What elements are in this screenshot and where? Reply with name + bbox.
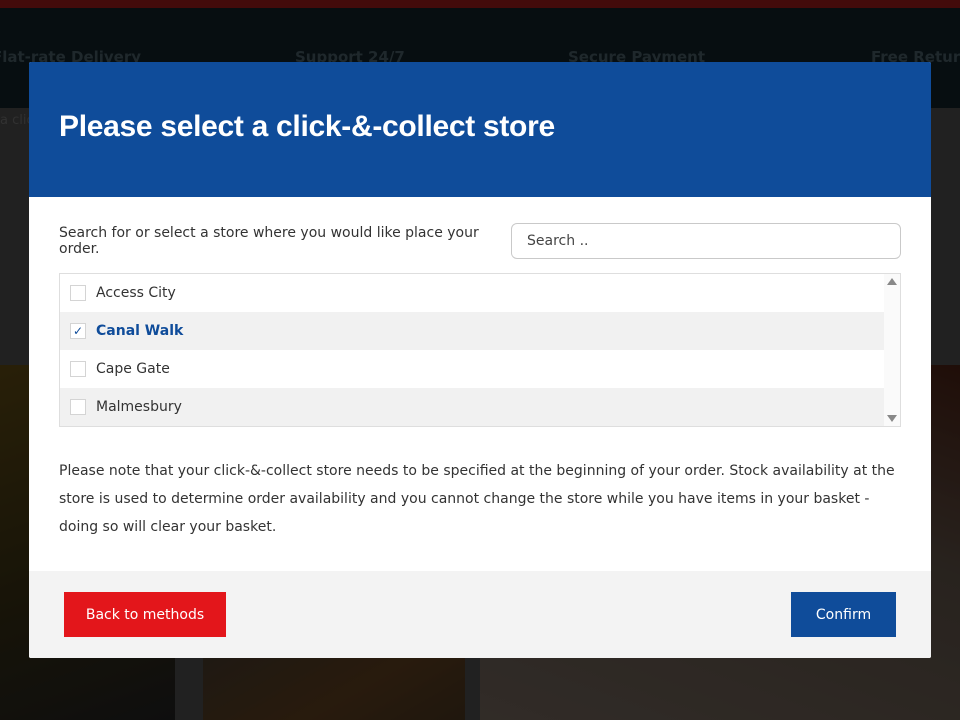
- store-name: Canal Walk: [96, 323, 184, 339]
- modal-footer: Back to methods Confirm: [29, 571, 931, 658]
- store-item-malmesbury[interactable]: Malmesbury: [60, 388, 885, 426]
- modal-title: Please select a click-&-collect store: [59, 110, 555, 143]
- store-item-canal-walk[interactable]: ✓ Canal Walk: [60, 312, 885, 350]
- store-list-scrollbar[interactable]: [884, 274, 900, 426]
- store-change-note: Please note that your click-&-collect st…: [59, 463, 895, 535]
- scroll-down-arrow-icon[interactable]: [887, 415, 897, 422]
- store-checkbox[interactable]: [70, 361, 86, 377]
- store-checkbox[interactable]: [70, 285, 86, 301]
- store-list: Access City ✓ Canal Walk Cape Gate Malme…: [59, 273, 901, 427]
- store-name: Malmesbury: [96, 399, 182, 415]
- search-row: Search for or select a store where you w…: [59, 223, 901, 259]
- search-prompt: Search for or select a store where you w…: [59, 225, 479, 257]
- modal-header: Please select a click-&-collect store: [29, 62, 931, 197]
- store-name: Cape Gate: [96, 361, 170, 377]
- store-item-cape-gate[interactable]: Cape Gate: [60, 350, 885, 388]
- store-checkbox[interactable]: [70, 399, 86, 415]
- store-checkbox-checked[interactable]: ✓: [70, 323, 86, 339]
- back-to-methods-button[interactable]: Back to methods: [64, 592, 226, 637]
- store-name: Access City: [96, 285, 176, 301]
- store-search-input[interactable]: [511, 223, 901, 259]
- modal-body: Search for or select a store where you w…: [29, 197, 931, 541]
- scroll-up-arrow-icon[interactable]: [887, 278, 897, 285]
- confirm-button[interactable]: Confirm: [791, 592, 896, 637]
- store-select-modal: Please select a click-&-collect store Se…: [29, 62, 931, 658]
- store-item-access-city[interactable]: Access City: [60, 274, 885, 312]
